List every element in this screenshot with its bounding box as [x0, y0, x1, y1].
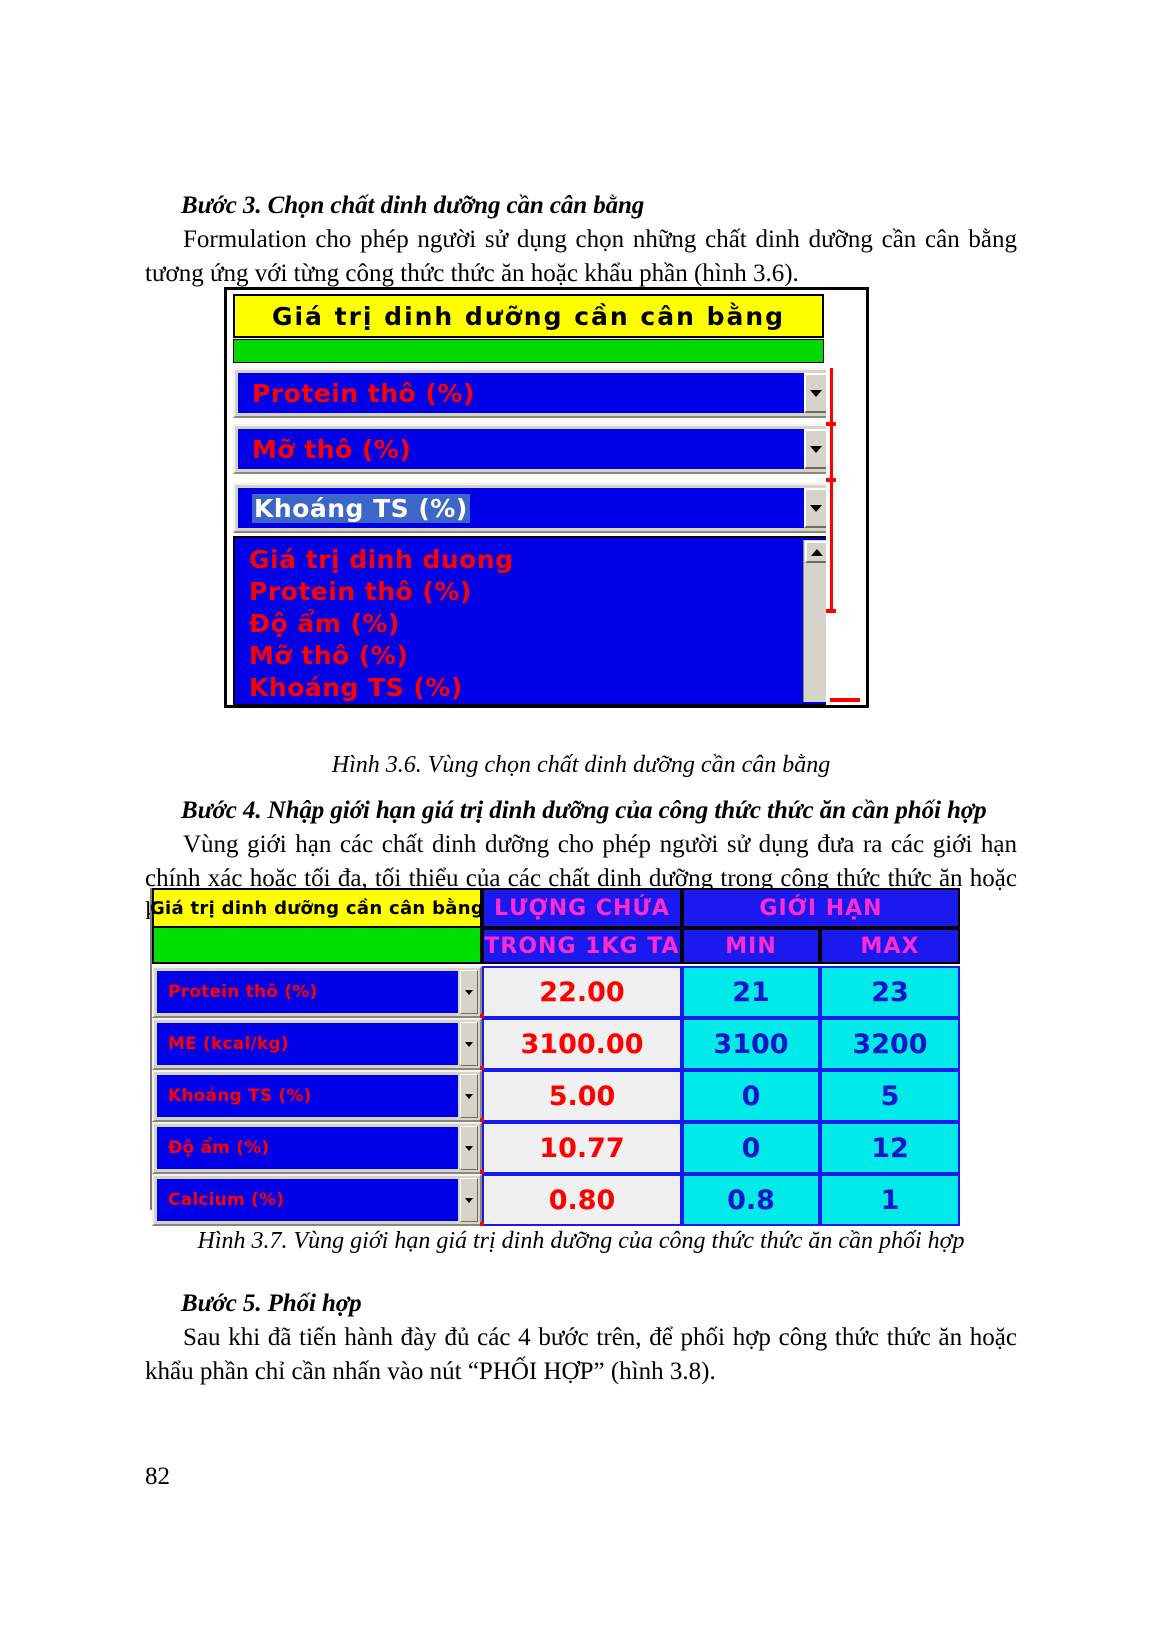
table-row: Protein thô (%) 22.00 21 23: [152, 966, 960, 1018]
chevron-down-icon[interactable]: [804, 429, 828, 469]
chevron-down-icon[interactable]: [460, 1126, 478, 1170]
row-5-nutrient-value: Calcium (%): [168, 1190, 285, 1210]
figure-3-6-nutrient-selector: Giá trị dinh dưỡng cần cân bằng Protein …: [224, 287, 869, 708]
page-number: 82: [145, 1463, 170, 1490]
list-item[interactable]: Mỡ thô (%): [249, 640, 831, 672]
section-4-heading: Bước 4. Nhập giới hạn giá trị dinh dưỡng…: [181, 797, 987, 824]
fig36-combo-fat[interactable]: Mỡ thô (%): [233, 424, 833, 474]
row-2-nutrient-value: ME (kcal/kg): [168, 1034, 289, 1054]
row-4-min[interactable]: 0: [682, 1122, 820, 1174]
chevron-down-icon[interactable]: [804, 373, 828, 413]
scroll-up-icon[interactable]: [805, 541, 828, 563]
row-4-max[interactable]: 12: [820, 1122, 960, 1174]
figure-3-7-limits-table: Giá trị dinh dưỡng cần cân bằng LƯỢNG CH…: [150, 888, 960, 1226]
chevron-down-icon[interactable]: [804, 488, 828, 528]
row-3-max[interactable]: 5: [820, 1070, 960, 1122]
section-5-heading: Bước 5. Phối hợp: [181, 1290, 362, 1317]
fig36-combo-mineral-field[interactable]: Khoáng TS (%): [238, 488, 804, 528]
figure-3-6-caption: Hình 3.6. Vùng chọn chất dinh dưỡng cần …: [331, 752, 831, 778]
header-amount-column: LƯỢNG CHỨA: [482, 888, 682, 928]
table-row: Độ ẩm (%) 10.77 0 12: [152, 1122, 960, 1174]
row-2-nutrient-combo[interactable]: ME (kcal/kg): [152, 1018, 482, 1070]
row-1-nutrient-combo[interactable]: Protein thô (%): [152, 966, 482, 1018]
header-min: MIN: [682, 928, 820, 964]
section-5-paragraph: Sau khi đã tiến hành đày đủ các 4 bước t…: [145, 1324, 1017, 1385]
red-marker-tick: [480, 1118, 484, 1122]
fig36-combo-protein-field[interactable]: Protein thô (%): [238, 373, 804, 413]
table-header-row-2: TRONG 1KG TA MIN MAX: [152, 928, 960, 964]
header-limits-column: GIỚI HẠN: [682, 888, 960, 928]
list-item[interactable]: Giá trị dinh duong: [249, 544, 831, 576]
section-3-heading: Bước 3. Chọn chất dinh dưỡng cần cân bằn…: [181, 192, 645, 219]
table-row: Khoáng TS (%) 5.00 0 5: [152, 1070, 960, 1122]
chevron-down-icon[interactable]: [460, 1022, 478, 1066]
red-marker-tick: [480, 1222, 484, 1226]
row-5-nutrient-field[interactable]: Calcium (%): [157, 1179, 458, 1221]
header-nutrient-column: Giá trị dinh dưỡng cần cân bằng: [150, 888, 484, 928]
row-5-min[interactable]: 0.8: [682, 1174, 820, 1226]
row-5-max[interactable]: 1: [820, 1174, 960, 1226]
red-marker-line: [830, 368, 833, 613]
row-3-amount[interactable]: 5.00: [482, 1070, 682, 1122]
row-3-min[interactable]: 0: [682, 1070, 820, 1122]
section-3-paragraph: Formulation cho phép người sử dụng chọn …: [145, 226, 1017, 287]
row-2-max[interactable]: 3200: [820, 1018, 960, 1070]
row-5-amount[interactable]: 0.80: [482, 1174, 682, 1226]
fig36-dropdown-options: Giá trị dinh duong Protein thô (%) Độ ẩm…: [235, 538, 831, 704]
fig36-combo-mineral-value: Khoáng TS (%): [252, 493, 470, 523]
fig36-content: Giá trị dinh dưỡng cần cân bằng Protein …: [227, 290, 833, 705]
red-marker-tick: [826, 609, 836, 613]
red-marker-tick: [480, 1170, 484, 1174]
row-2-nutrient-field[interactable]: ME (kcal/kg): [157, 1023, 458, 1065]
fig36-right-margin: [826, 290, 866, 705]
red-marker-tick: [480, 1014, 484, 1018]
fig36-combo-mineral[interactable]: Khoáng TS (%): [233, 483, 833, 533]
fig36-green-band: [233, 339, 824, 363]
red-marker-tick: [826, 422, 836, 426]
table-row: ME (kcal/kg) 3100.00 3100 3200: [152, 1018, 960, 1070]
section-3-block: Bước 3. Chọn chất dinh dưỡng cần cân bằn…: [145, 190, 1017, 290]
figure-3-7-caption: Hình 3.7. Vùng giới hạn giá trị dinh dưỡ…: [197, 1228, 965, 1254]
row-3-nutrient-value: Khoáng TS (%): [168, 1086, 312, 1106]
row-4-nutrient-field[interactable]: Độ ẩm (%): [157, 1127, 458, 1169]
document-page: Bước 3. Chọn chất dinh dưỡng cần cân bằn…: [0, 0, 1157, 1637]
header-max: MAX: [820, 928, 960, 964]
red-marker-tick: [830, 698, 860, 702]
fig36-combo-protein-value: Protein thô (%): [252, 378, 475, 408]
table-header-row-1: Giá trị dinh dưỡng cần cân bằng LƯỢNG CH…: [150, 888, 960, 928]
row-5-nutrient-combo[interactable]: Calcium (%): [152, 1174, 482, 1226]
row-1-max[interactable]: 23: [820, 966, 960, 1018]
row-4-amount[interactable]: 10.77: [482, 1122, 682, 1174]
row-1-nutrient-field[interactable]: Protein thô (%): [157, 971, 458, 1013]
row-3-nutrient-combo[interactable]: Khoáng TS (%): [152, 1070, 482, 1122]
row-2-amount[interactable]: 3100.00: [482, 1018, 682, 1070]
header-amount-subtitle: TRONG 1KG TA: [482, 928, 682, 964]
section-5-block: Bước 5. Phối hợp Sau khi đã tiến hành đà…: [145, 1288, 1017, 1388]
chevron-down-icon[interactable]: [460, 1178, 478, 1222]
row-4-nutrient-combo[interactable]: Độ ẩm (%): [152, 1122, 482, 1174]
fig36-combo-protein[interactable]: Protein thô (%): [233, 368, 833, 418]
list-item[interactable]: Protein thô (%): [249, 576, 831, 608]
fig36-combo-fat-value: Mỡ thô (%): [252, 434, 412, 464]
fig36-combo-fat-field[interactable]: Mỡ thô (%): [238, 429, 804, 469]
list-item[interactable]: Khoáng TS (%): [249, 672, 831, 704]
row-2-min[interactable]: 3100: [682, 1018, 820, 1070]
row-1-amount[interactable]: 22.00: [482, 966, 682, 1018]
row-1-nutrient-value: Protein thô (%): [168, 982, 318, 1002]
row-1-min[interactable]: 21: [682, 966, 820, 1018]
row-4-nutrient-value: Độ ẩm (%): [168, 1138, 270, 1158]
table-row: Calcium (%) 0.80 0.8 1: [152, 1174, 960, 1226]
red-marker-tick: [480, 1066, 484, 1070]
chevron-down-icon[interactable]: [460, 1074, 478, 1118]
chevron-down-icon[interactable]: [460, 970, 478, 1014]
fig36-title-bar: Giá trị dinh dưỡng cần cân bằng: [233, 294, 824, 338]
list-item[interactable]: Độ ẩm (%): [249, 608, 831, 640]
header-green-band: [152, 928, 482, 964]
row-3-nutrient-field[interactable]: Khoáng TS (%): [157, 1075, 458, 1117]
red-marker-tick: [826, 478, 836, 482]
fig36-dropdown-list[interactable]: Giá trị dinh duong Protein thô (%) Độ ẩm…: [233, 536, 833, 705]
